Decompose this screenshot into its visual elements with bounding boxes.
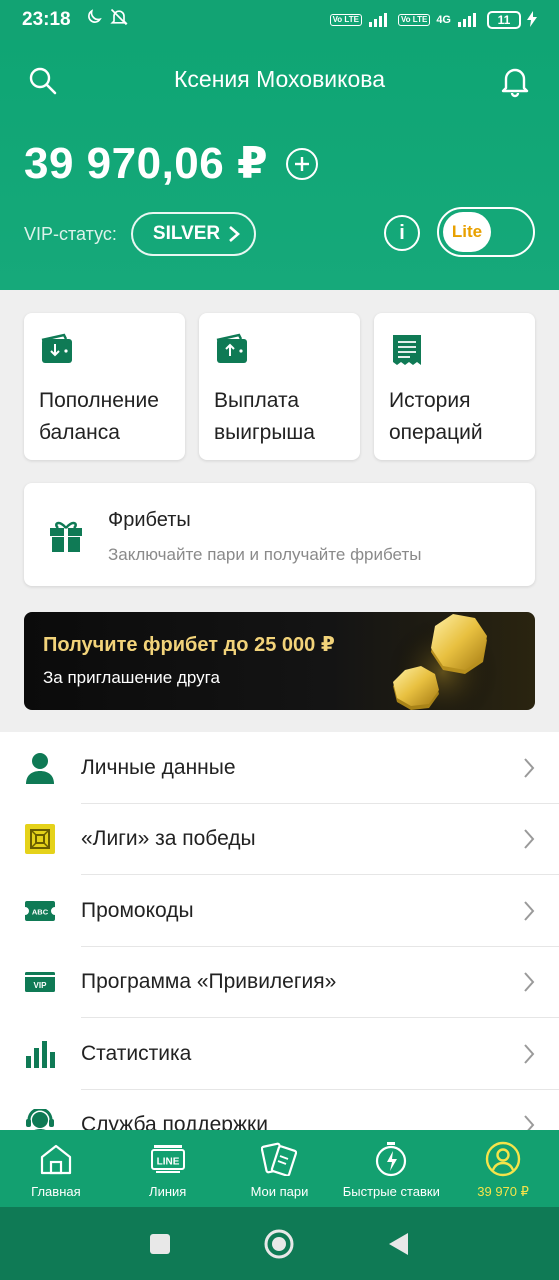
person-icon <box>24 752 56 784</box>
chevron-right-icon <box>524 758 535 778</box>
status-bar: 23:18 Vo LTE Vo LTE 4G 11 <box>0 0 559 40</box>
nav-quick-bets[interactable]: Быстрые ставки <box>335 1130 447 1207</box>
volte-badge-2: Vo LTE <box>397 14 431 26</box>
recent-apps-button[interactable] <box>140 1224 180 1264</box>
bell-off-icon <box>109 7 129 33</box>
stopwatch-icon <box>374 1140 408 1178</box>
statistics-icon <box>24 1038 56 1070</box>
gift-icon <box>48 517 84 558</box>
moon-icon <box>85 8 103 32</box>
freebets-subtitle: Заключайте пари и получайте фрибеты <box>108 545 422 564</box>
menu-item-label: Статистика <box>81 1041 192 1065</box>
menu-item-promocodes[interactable]: ABC Промокоды <box>0 875 559 947</box>
info-button[interactable]: i <box>384 215 420 251</box>
nav-label: Мои пари <box>250 1184 309 1199</box>
circle-icon <box>264 1229 294 1258</box>
nav-label: Главная <box>31 1184 81 1199</box>
promo-title: Получите фрибет до 25 000 ₽ <box>43 634 335 656</box>
lite-mode-toggle[interactable]: Lite <box>437 207 535 257</box>
chevron-right-icon <box>524 901 535 921</box>
deposit-card[interactable]: Пополнение баланса <box>24 313 185 460</box>
menu-item-leagues[interactable]: «Лиги» за победы <box>0 804 559 875</box>
menu-item-label: Программа «Привилегия» <box>81 970 337 994</box>
league-icon <box>24 823 56 855</box>
user-name: Ксения Моховикова <box>174 66 385 92</box>
nav-label: 39 970 ₽ <box>477 1184 529 1199</box>
charging-icon <box>527 10 537 30</box>
square-icon <box>149 1233 170 1254</box>
freebets-card[interactable]: Фрибеты Заключайте пари и получайте фриб… <box>24 483 535 586</box>
nav-label: Быстрые ставки <box>342 1184 440 1199</box>
system-navigation-bar <box>0 1207 559 1280</box>
history-card[interactable]: История операций <box>374 313 535 460</box>
back-system-button[interactable] <box>379 1224 419 1264</box>
withdraw-card[interactable]: Выплата выигрыша <box>199 313 360 460</box>
line-icon-text: LINE <box>156 1157 179 1168</box>
profile-menu: Личные данные «Лиги» за победы ABC Промо… <box>0 732 559 1132</box>
freebets-title: Фрибеты <box>108 509 191 531</box>
info-icon: i <box>399 221 405 244</box>
line-icon: LINE <box>150 1140 186 1178</box>
volte-badge: Vo LTE <box>329 14 362 26</box>
menu-item-statistics[interactable]: Статистика <box>0 1018 559 1090</box>
lite-toggle-knob: Lite <box>443 212 491 252</box>
vip-status-button[interactable]: SILVER <box>130 212 257 256</box>
menu-item-privilege[interactable]: VIP Программа «Привилегия» <box>0 947 559 1018</box>
chevron-right-icon <box>524 972 535 992</box>
vip-icon: VIP <box>24 966 56 998</box>
chevron-right-icon <box>524 829 535 849</box>
account-header: Ксения Моховикова 39 970,06 ₽ VIP-статус… <box>0 40 559 290</box>
nav-home[interactable]: Главная <box>0 1130 112 1207</box>
chevron-right-icon <box>229 226 241 242</box>
profile-icon <box>485 1140 521 1178</box>
add-funds-button[interactable] <box>286 147 319 180</box>
nav-my-bets[interactable]: Мои пари <box>224 1130 336 1207</box>
plus-icon <box>295 156 310 171</box>
referral-promo-banner[interactable]: Получите фрибет до 25 000 ₽ За приглашен… <box>24 612 535 710</box>
bottom-navigation: Главная LINE Линия Мои пари Быстрые став… <box>0 1130 559 1207</box>
signal-icon <box>368 11 392 30</box>
network-type: 4G <box>436 14 451 26</box>
chevron-right-icon <box>524 1044 535 1064</box>
home-system-button[interactable] <box>259 1224 299 1264</box>
wallet-withdraw-icon <box>215 333 249 370</box>
status-time: 23:18 <box>22 9 71 30</box>
home-icon <box>39 1140 73 1178</box>
menu-item-personal-data[interactable]: Личные данные <box>0 732 559 804</box>
signal-icon-2 <box>457 11 481 30</box>
menu-item-label: Промокоды <box>81 898 194 922</box>
history-label: История операций <box>389 389 483 444</box>
gold-coins-image <box>383 612 513 710</box>
withdraw-label: Выплата выигрыша <box>214 389 315 444</box>
promo-code-icon: ABC <box>24 895 56 927</box>
quick-actions: Пополнение баланса Выплата выигрыша Истори… <box>24 313 535 460</box>
deposit-label: Пополнение баланса <box>39 389 159 444</box>
account-balance: 39 970,06 ₽ <box>24 139 269 188</box>
tickets-icon <box>261 1140 298 1178</box>
menu-item-support[interactable]: Служба поддержки <box>0 1090 559 1132</box>
support-icon <box>24 1109 56 1132</box>
nav-label: Линия <box>149 1184 187 1199</box>
receipt-icon <box>390 333 424 374</box>
notifications-bell-icon[interactable] <box>499 64 531 103</box>
promo-icon-text: ABC <box>32 907 49 916</box>
wallet-deposit-icon <box>40 333 74 370</box>
promo-subtitle: За приглашение друга <box>43 668 220 687</box>
nav-line[interactable]: LINE Линия <box>112 1130 224 1207</box>
vip-status-value: SILVER <box>152 223 221 244</box>
menu-item-label: «Лиги» за победы <box>81 827 256 851</box>
back-triangle-icon <box>389 1232 409 1255</box>
vip-icon-text: VIP <box>34 981 48 990</box>
battery-indicator: 11 <box>487 11 521 29</box>
nav-profile[interactable]: 39 970 ₽ <box>447 1130 559 1207</box>
vip-label: VIP-статус: <box>24 223 117 244</box>
menu-item-label: Личные данные <box>81 755 236 779</box>
